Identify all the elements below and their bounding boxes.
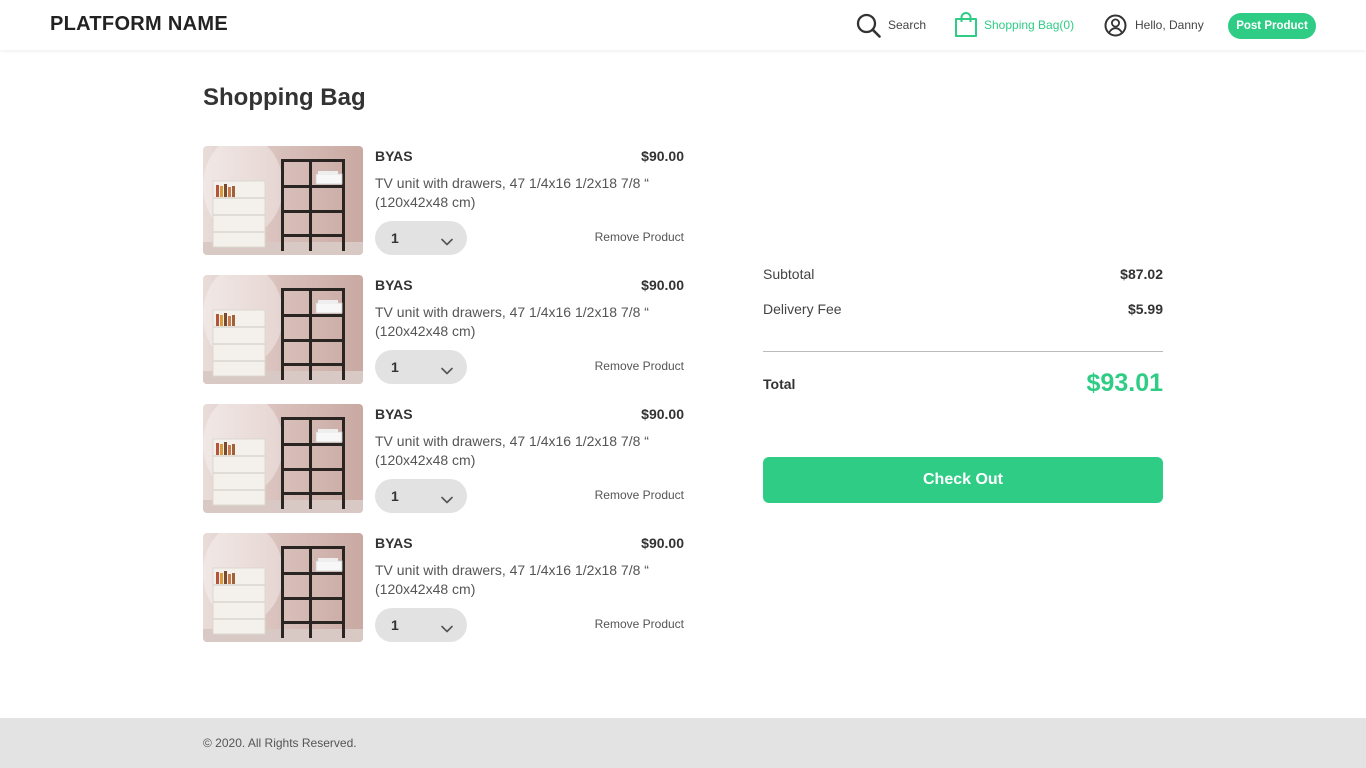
quantity-value: 1 (391, 230, 399, 246)
chevron-down-icon (441, 620, 453, 636)
product-description: TV unit with drawers, 47 1/4x16 1/2x18 7… (375, 304, 649, 339)
post-product-button[interactable]: Post Product (1228, 13, 1316, 39)
bag-item: BYAS $90.00 TV unit with drawers, 47 1/4x1… (203, 146, 684, 255)
product-brand[interactable]: BYAS (375, 148, 413, 164)
quantity-select[interactable]: 1 (375, 221, 467, 255)
remove-product-link[interactable]: Remove Product (595, 488, 684, 502)
quantity-value: 1 (391, 359, 399, 375)
quantity-select[interactable]: 1 (375, 479, 467, 513)
search-label: Search (888, 18, 927, 32)
chevron-down-icon (441, 362, 453, 378)
product-description: TV unit with drawers, 47 1/4x16 1/2x18 7… (375, 433, 649, 468)
page-title: Shopping Bag (203, 84, 366, 111)
copyright-text: © 2020. All Rights Reserved. (203, 736, 357, 750)
summary-divider (763, 351, 1163, 352)
chevron-down-icon (441, 491, 453, 507)
quantity-value: 1 (391, 617, 399, 633)
bag-item: BYAS $90.00 TV unit with drawers, 47 1/4x1… (203, 533, 684, 642)
delivery-fee-label: Delivery Fee (763, 301, 842, 317)
delivery-fee-value: $5.99 (1127, 301, 1163, 317)
shopping-bag-icon (954, 12, 978, 38)
product-price: $90.00 (641, 277, 684, 293)
product-price: $90.00 (641, 148, 684, 164)
subtotal-value: $87.02 (1120, 266, 1163, 282)
total-value: $93.01 (1086, 369, 1163, 397)
user-greeting: Hello, Danny (1135, 18, 1204, 32)
product-description: TV unit with drawers, 47 1/4x16 1/2x18 7… (375, 562, 649, 597)
product-image[interactable] (203, 146, 363, 255)
remove-product-link[interactable]: Remove Product (595, 230, 684, 244)
quantity-select[interactable]: 1 (375, 350, 467, 384)
platform-logo[interactable]: PLATFORM NAME (50, 13, 228, 36)
product-image[interactable] (203, 404, 363, 513)
product-image[interactable] (203, 275, 363, 384)
remove-product-link[interactable]: Remove Product (595, 617, 684, 631)
user-account-nav[interactable]: Hello, Danny (1104, 0, 1204, 50)
quantity-value: 1 (391, 488, 399, 504)
product-brand[interactable]: BYAS (375, 277, 413, 293)
chevron-down-icon (441, 233, 453, 249)
product-brand[interactable]: BYAS (375, 535, 413, 551)
remove-product-link[interactable]: Remove Product (595, 359, 684, 373)
subtotal-row: Subtotal $87.02 (763, 266, 1163, 282)
search-nav[interactable]: Search (856, 0, 926, 50)
product-price: $90.00 (641, 406, 684, 422)
shopping-bag-nav[interactable]: Shopping Bag(0) (954, 0, 1074, 50)
shopping-bag-label: Shopping Bag(0) (984, 18, 1075, 32)
quantity-select[interactable]: 1 (375, 608, 467, 642)
user-circle-icon (1104, 14, 1127, 37)
search-icon (856, 13, 881, 38)
footer: © 2020. All Rights Reserved. (0, 718, 1366, 768)
top-navbar: PLATFORM NAME Search Shopping Bag(0) Hel… (0, 0, 1366, 50)
product-description: TV unit with drawers, 47 1/4x16 1/2x18 7… (375, 175, 649, 210)
delivery-fee-row: Delivery Fee $5.99 (763, 301, 1163, 317)
bag-item: BYAS $90.00 TV unit with drawers, 47 1/4x1… (203, 275, 684, 384)
bag-item: BYAS $90.00 TV unit with drawers, 47 1/4x1… (203, 404, 684, 513)
total-label: Total (763, 376, 796, 392)
checkout-button[interactable]: Check Out (763, 457, 1163, 503)
product-image[interactable] (203, 533, 363, 642)
product-brand[interactable]: BYAS (375, 406, 413, 422)
product-price: $90.00 (641, 535, 684, 551)
subtotal-label: Subtotal (763, 266, 815, 282)
